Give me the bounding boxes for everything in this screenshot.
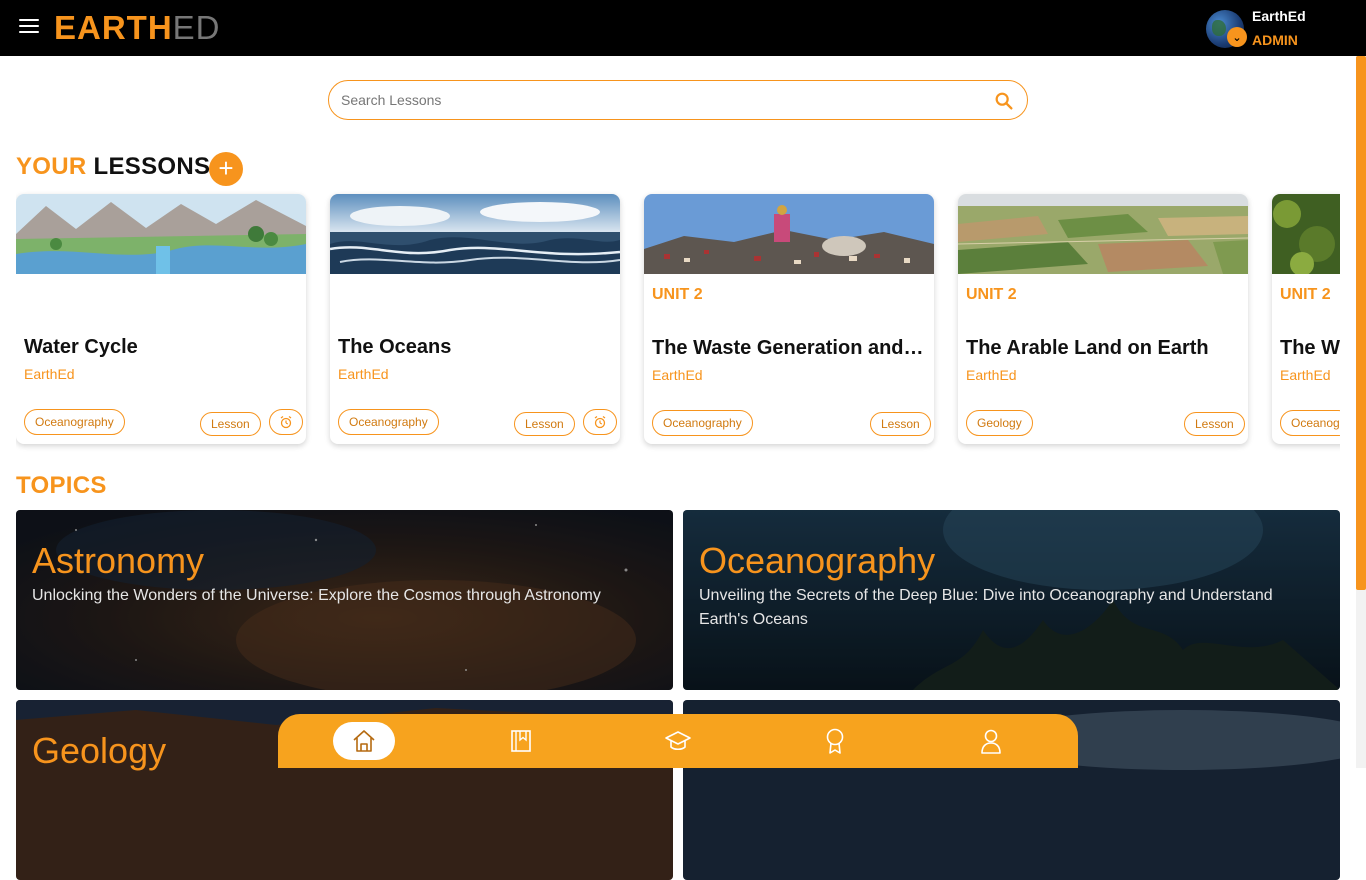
alarm-clock-icon[interactable] bbox=[269, 409, 303, 435]
lesson-title: The Arable Land on Earth bbox=[966, 337, 1209, 359]
lesson-card[interactable]: UNIT 2 The Arable Land on Earth EarthEd … bbox=[958, 194, 1248, 444]
user-menu[interactable]: ⌄ EarthEd ADMIN bbox=[1206, 8, 1356, 50]
lesson-title: The Oceans bbox=[338, 336, 452, 358]
topic-name: Geology bbox=[32, 730, 167, 771]
lesson-type-tag: Lesson bbox=[1184, 412, 1245, 436]
user-role: ADMIN bbox=[1252, 32, 1298, 48]
home-icon bbox=[353, 730, 375, 752]
nav-profile[interactable] bbox=[960, 722, 1022, 760]
lesson-unit: UNIT 2 bbox=[1280, 286, 1331, 303]
lesson-author: EarthEd bbox=[1280, 367, 1331, 383]
lesson-thumbnail bbox=[644, 194, 934, 274]
search-bar bbox=[328, 80, 1028, 120]
lesson-thumbnail bbox=[16, 194, 306, 274]
menu-icon[interactable] bbox=[19, 19, 39, 37]
topic-tag[interactable]: Oceanog bbox=[1280, 410, 1340, 436]
lesson-unit: UNIT 2 bbox=[966, 286, 1017, 303]
add-lesson-button[interactable]: + bbox=[209, 152, 243, 186]
lesson-author: EarthEd bbox=[966, 367, 1017, 383]
topics-title: TOPICS bbox=[16, 472, 107, 499]
nav-lessons[interactable] bbox=[490, 722, 552, 760]
topic-name: Oceanography bbox=[699, 540, 936, 581]
lesson-unit: UNIT 2 bbox=[652, 286, 703, 303]
topic-card-oceanography[interactable]: Oceanography Unveiling the Secrets of th… bbox=[683, 510, 1340, 690]
lesson-type-tag: Lesson bbox=[870, 412, 931, 436]
lesson-type-tag: Lesson bbox=[514, 412, 575, 436]
lessons-title-secondary: LESSONS bbox=[93, 153, 211, 180]
logo-secondary: ED bbox=[172, 9, 221, 46]
book-icon bbox=[511, 730, 531, 752]
lesson-card[interactable]: UNIT 2 The Waste Generation and Disposal… bbox=[644, 194, 934, 444]
topic-tag[interactable]: Geology bbox=[966, 410, 1033, 436]
lesson-author: EarthEd bbox=[24, 366, 75, 382]
lesson-card[interactable]: Water Cycle EarthEd Oceanography Lesson bbox=[16, 194, 306, 444]
lesson-thumbnail bbox=[1272, 194, 1340, 274]
nav-achievements[interactable] bbox=[804, 722, 866, 760]
lessons-carousel[interactable]: Water Cycle EarthEd Oceanography Lesson … bbox=[16, 190, 1340, 455]
user-icon bbox=[981, 729, 1001, 754]
lesson-author: EarthEd bbox=[338, 366, 389, 382]
topic-description: Unlocking the Wonders of the Universe: E… bbox=[32, 587, 601, 604]
lessons-title: YOUR LESSONS bbox=[16, 153, 210, 181]
topic-card-astronomy[interactable]: Astronomy Unlocking the Wonders of the U… bbox=[16, 510, 673, 690]
nav-courses[interactable] bbox=[647, 722, 709, 760]
topic-tag[interactable]: Oceanography bbox=[652, 410, 753, 436]
user-name: EarthEd bbox=[1252, 8, 1306, 24]
nav-home[interactable] bbox=[333, 722, 395, 760]
topic-name: Astronomy bbox=[32, 540, 205, 581]
search-input[interactable] bbox=[341, 89, 981, 111]
topic-description: Unveiling the Secrets of the Deep Blue: … bbox=[699, 587, 1273, 628]
award-icon bbox=[826, 728, 844, 754]
graduation-cap-icon bbox=[665, 731, 691, 751]
lesson-card[interactable]: The Oceans EarthEd Oceanography Lesson bbox=[330, 194, 620, 444]
search-icon[interactable] bbox=[993, 90, 1015, 112]
scrollbar-thumb[interactable] bbox=[1356, 56, 1366, 590]
logo-primary: EARTH bbox=[54, 9, 173, 46]
lesson-type-tag: Lesson bbox=[200, 412, 261, 436]
lesson-card[interactable]: UNIT 2 The W EarthEd Oceanog bbox=[1272, 194, 1340, 444]
logo[interactable]: EARTHED bbox=[54, 8, 221, 48]
lesson-thumbnail bbox=[958, 194, 1248, 274]
top-bar: EARTHED ⌄ EarthEd ADMIN bbox=[0, 0, 1366, 56]
bottom-nav bbox=[278, 714, 1078, 768]
lesson-title: The W bbox=[1280, 337, 1340, 359]
lessons-title-primary: YOUR bbox=[16, 153, 87, 180]
lesson-thumbnail bbox=[330, 194, 620, 274]
lesson-author: EarthEd bbox=[652, 367, 703, 383]
lesson-title: The Waste Generation and Disposal bbox=[652, 337, 924, 359]
topic-tag[interactable]: Oceanography bbox=[338, 409, 439, 435]
topic-tag[interactable]: Oceanography bbox=[24, 409, 125, 435]
lesson-title: Water Cycle bbox=[24, 336, 138, 358]
alarm-clock-icon[interactable] bbox=[583, 409, 617, 435]
chevron-down-icon[interactable]: ⌄ bbox=[1227, 27, 1247, 47]
